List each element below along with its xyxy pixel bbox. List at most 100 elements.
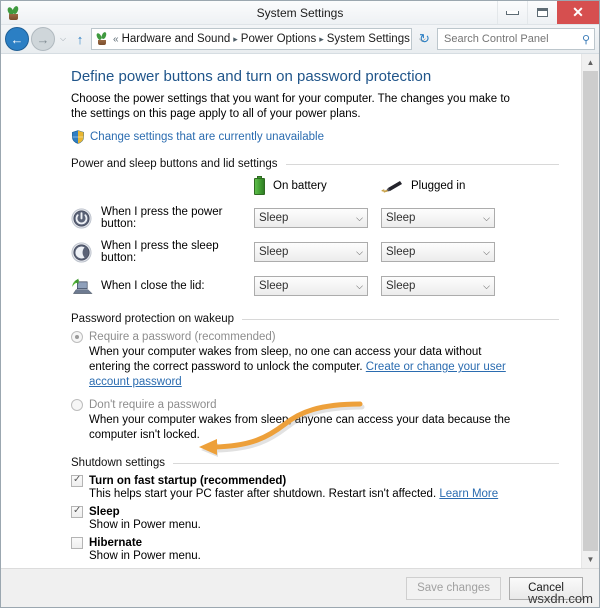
setting-label-sleep-button: When I press the sleep button: <box>101 240 219 264</box>
chevron-down-icon: ⌵ <box>483 212 490 223</box>
page-intro-text: Choose the power settings that you want … <box>71 93 510 120</box>
checkbox-label-sleep: Sleep <box>89 506 120 518</box>
checkbox-description-hibernate: Show in Power menu. <box>89 550 201 562</box>
control-panel-plant-icon <box>6 4 22 21</box>
option-require-password[interactable]: Require a password (recommended) When yo… <box>71 331 559 390</box>
checkbox-item-hibernate[interactable]: Hibernate Show in Power menu. <box>71 537 559 562</box>
dropdown-value: Sleep <box>386 280 416 292</box>
recent-pages-icon[interactable]: ⌵ <box>57 34 69 44</box>
option-label-dont-require-password: Don't require a password <box>89 399 217 411</box>
up-level-button[interactable]: ↑ <box>71 32 89 47</box>
breadcrumb-power-options[interactable]: Power Options <box>241 33 316 45</box>
power-button-on-battery-dropdown[interactable]: Sleep ⌵ <box>254 208 368 228</box>
checkbox-description-sleep: Show in Power menu. <box>89 519 201 531</box>
dropdown-value: Sleep <box>259 280 289 292</box>
battery-icon <box>254 176 265 195</box>
breadcrumb-system-settings[interactable]: System Settings <box>327 33 410 45</box>
checkbox-description-text: This helps start your PC faster after sh… <box>89 488 437 500</box>
group-heading-label: Power and sleep buttons and lid settings <box>71 158 278 170</box>
dropdown-value: Sleep <box>259 246 289 258</box>
group-divider <box>172 462 559 464</box>
column-label-on-battery: On battery <box>273 179 327 192</box>
vertical-scrollbar[interactable]: ▲ ▼ <box>581 54 599 568</box>
scroll-up-icon[interactable]: ▲ <box>582 54 599 71</box>
dialog-footer: Save changes Cancel wsxdn.com <box>1 568 599 607</box>
column-plugged-in: Plugged in <box>381 176 508 195</box>
address-overflow-icon[interactable]: « <box>113 34 119 45</box>
scroll-down-icon[interactable]: ▼ <box>582 551 599 568</box>
close-button[interactable]: ✕ <box>557 1 599 24</box>
radio-dont-require-password[interactable] <box>71 399 83 411</box>
power-button-icon <box>71 207 101 229</box>
power-button-plugged-in-dropdown[interactable]: Sleep ⌵ <box>381 208 495 228</box>
back-button[interactable]: ← <box>5 27 29 51</box>
option-description-dont-require-password: When your computer wakes from sleep, any… <box>89 414 511 441</box>
address-bar[interactable]: « Hardware and Sound ▸ Power Options ▸ S… <box>91 28 426 50</box>
breadcrumb-separator-icon: ▸ <box>319 33 324 44</box>
power-sleep-group-heading: Power and sleep buttons and lid settings <box>71 158 559 170</box>
system-settings-window: System Settings ✕ ← → ⌵ ↑ « Hardware and… <box>0 0 600 608</box>
option-description-require-password: When your computer wakes from sleep, no … <box>89 345 514 390</box>
group-heading-label: Shutdown settings <box>71 457 165 469</box>
laptop-lid-icon <box>71 277 101 296</box>
learn-more-link[interactable]: Learn More <box>439 488 498 500</box>
chevron-down-icon: ⌵ <box>356 212 363 223</box>
content-area: Define power buttons and turn on passwor… <box>1 54 599 568</box>
control-panel-plant-icon <box>95 31 110 46</box>
maximize-button[interactable] <box>527 1 557 24</box>
navigation-bar: ← → ⌵ ↑ « Hardware and Sound ▸ Power Opt… <box>1 25 599 54</box>
chevron-down-icon: ⌵ <box>356 280 363 291</box>
change-settings-link[interactable]: Change settings that are currently unava… <box>90 131 324 143</box>
chevron-down-icon: ⌵ <box>483 280 490 291</box>
search-input[interactable] <box>442 32 579 46</box>
group-divider <box>285 163 559 165</box>
checkbox-label-hibernate: Hibernate <box>89 537 143 549</box>
dropdown-value: Sleep <box>386 212 416 224</box>
change-settings-link-row[interactable]: Change settings that are currently unava… <box>71 130 559 144</box>
search-box[interactable]: ⚲ <box>437 28 595 50</box>
settings-pane: Define power buttons and turn on passwor… <box>1 54 581 568</box>
checkbox-label-fast-startup: Turn on fast startup (recommended) <box>89 475 287 487</box>
sleep-moon-icon <box>71 241 101 263</box>
breadcrumb-separator-icon: ▸ <box>233 33 238 44</box>
scrollbar-track[interactable] <box>582 71 599 551</box>
checkbox-hibernate[interactable] <box>71 537 83 549</box>
setting-row-sleep-button: When I press the sleep button: Sleep ⌵ S… <box>71 235 559 269</box>
password-group-heading: Password protection on wakeup <box>71 313 559 325</box>
shutdown-group-heading: Shutdown settings <box>71 457 559 469</box>
window-controls: ✕ <box>497 1 599 24</box>
chevron-down-icon: ⌵ <box>483 246 490 257</box>
column-on-battery: On battery <box>254 176 381 195</box>
minimize-button[interactable] <box>497 1 527 24</box>
save-changes-button[interactable]: Save changes <box>406 576 501 600</box>
chevron-down-icon: ⌵ <box>356 246 363 257</box>
dropdown-value: Sleep <box>259 212 289 224</box>
power-sleep-group: Power and sleep buttons and lid settings… <box>1 158 581 303</box>
title-bar: System Settings ✕ <box>1 1 599 25</box>
shutdown-settings-group: Shutdown settings Turn on fast startup (… <box>1 457 581 568</box>
page-title: Define power buttons and turn on passwor… <box>71 68 432 85</box>
close-lid-plugged-in-dropdown[interactable]: Sleep ⌵ <box>381 276 495 296</box>
watermark: wsxdn.com <box>527 591 593 606</box>
checkbox-item-fast-startup[interactable]: Turn on fast startup (recommended) This … <box>71 474 559 500</box>
breadcrumb-hardware-and-sound[interactable]: Hardware and Sound <box>122 33 231 45</box>
sleep-button-on-battery-dropdown[interactable]: Sleep ⌵ <box>254 242 368 262</box>
setting-row-power-button: When I press the power button: Sleep ⌵ S… <box>71 201 559 235</box>
checkbox-fast-startup[interactable] <box>71 474 83 487</box>
forward-button[interactable]: → <box>31 27 55 51</box>
option-dont-require-password[interactable]: Don't require a password When your compu… <box>71 399 559 443</box>
radio-require-password[interactable] <box>71 331 83 343</box>
sleep-button-plugged-in-dropdown[interactable]: Sleep ⌵ <box>381 242 495 262</box>
checkbox-item-sleep[interactable]: Sleep Show in Power menu. <box>71 505 559 531</box>
search-icon: ⚲ <box>581 33 590 46</box>
checkbox-sleep[interactable] <box>71 505 83 518</box>
group-divider <box>242 318 559 320</box>
dropdown-value: Sleep <box>386 246 416 258</box>
password-protection-group: Password protection on wakeup Require a … <box>1 313 581 443</box>
column-label-plugged-in: Plugged in <box>411 179 466 192</box>
scrollbar-thumb[interactable] <box>583 71 598 551</box>
page-header: Define power buttons and turn on passwor… <box>1 68 581 158</box>
power-plug-icon <box>381 179 403 193</box>
close-lid-on-battery-dropdown[interactable]: Sleep ⌵ <box>254 276 368 296</box>
refresh-icon[interactable]: ↻ <box>414 29 435 50</box>
